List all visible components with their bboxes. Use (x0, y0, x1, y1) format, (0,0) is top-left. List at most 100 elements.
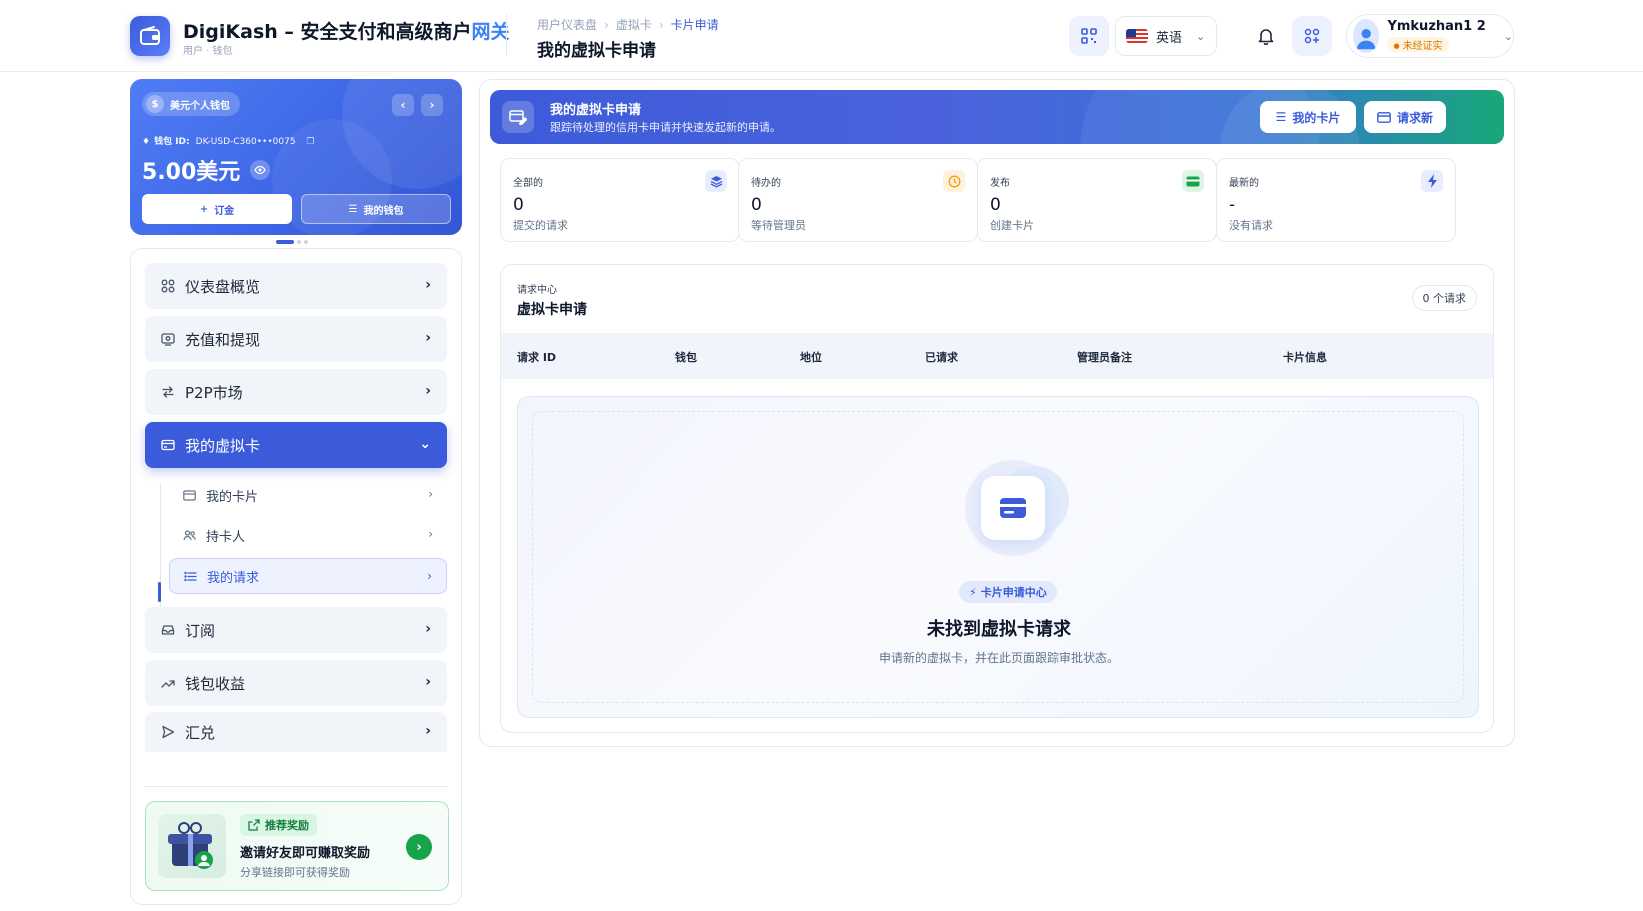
qr-code-button[interactable] (1069, 16, 1109, 56)
empty-state-chip: ⚡︎ 卡片申请中心 (959, 581, 1057, 603)
copy-icon[interactable]: ❐ (306, 137, 314, 147)
referral-subtitle: 分享链接即可获得奖励 (240, 866, 350, 879)
chevron-right-icon: › (429, 98, 435, 112)
language-select[interactable]: 英语 ⌄ (1115, 16, 1217, 56)
credit-card-icon (161, 439, 175, 451)
referral-go-button[interactable]: › (406, 834, 432, 860)
deposit-button[interactable]: + 订金 (142, 194, 292, 224)
sidebar-item-subscription[interactable]: 订阅 › (145, 607, 447, 653)
user-name: Ymkuzhan1 2 (1387, 19, 1486, 34)
wallet-logo-icon[interactable] (130, 16, 170, 56)
banner-title: 我的虚拟卡申请 (550, 103, 642, 118)
chevron-down-icon: ⌄ (1196, 29, 1206, 43)
bolt-icon (1421, 170, 1443, 192)
sidebar-item-dashboard[interactable]: 仪表盘概览 › (145, 263, 447, 309)
chevron-left-icon: ‹ (400, 98, 406, 112)
sidebar-item-deposit-withdraw[interactable]: 充值和提现 › (145, 316, 447, 362)
wallet-prev-button[interactable]: ‹ (392, 94, 414, 116)
sidebar-subitem-my-requests[interactable]: 我的请求 › (169, 558, 447, 594)
breadcrumb-virtual-card[interactable]: 虚拟卡 (616, 18, 652, 32)
stat-subtext: 没有请求 (1229, 219, 1273, 232)
chevron-down-icon: ⌄ (419, 436, 431, 452)
sidebar-item-wallet-earnings[interactable]: 钱包收益 › (145, 660, 447, 706)
column-header-wallet: 钱包 (675, 351, 697, 364)
chevron-right-icon: › (428, 527, 433, 541)
chevron-right-icon: › (425, 383, 431, 399)
wallet-id: ♦ 钱包 ID: DK-USD-C360•••0075 ❐ (142, 137, 315, 147)
stat-subtext: 创建卡片 (990, 219, 1034, 232)
eye-icon[interactable] (250, 160, 271, 180)
stat-label: 发布 (990, 178, 1010, 189)
page-banner: 我的虚拟卡申请 跟踪待处理的信用卡申请并快速发起新的申请。 ☰ 我的卡片 请求新 (490, 90, 1504, 144)
wallet-next-button[interactable]: › (421, 94, 443, 116)
card-icon (183, 489, 196, 501)
stat-value: 0 (513, 195, 524, 215)
trending-up-icon (161, 680, 175, 688)
card-icon (1182, 170, 1204, 192)
inbox-icon (161, 625, 175, 635)
diamond-icon: ♦ (142, 137, 151, 147)
chevron-right-icon: › (425, 674, 431, 690)
send-icon (162, 725, 175, 739)
header-divider (506, 14, 507, 56)
layers-icon (705, 170, 727, 192)
sidebar-item-exchange[interactable]: 汇兑 › (145, 712, 447, 752)
page-title: 我的虚拟卡申请 (537, 41, 656, 61)
referral-tag: 推荐奖励 (240, 814, 317, 836)
breadcrumb-dashboard[interactable]: 用户仪表盘 (537, 18, 597, 32)
sidebar-subitem-cardholders[interactable]: 持卡人 › (169, 517, 447, 553)
column-header-requested: 已请求 (925, 351, 958, 364)
wallet-icon (161, 333, 175, 346)
status-badge: 未经证实 (1387, 37, 1449, 52)
table-kicker: 请求中心 (517, 285, 557, 296)
chevron-right-icon: › (416, 839, 422, 855)
wallet-type-pill: $ 美元个人钱包 (142, 92, 240, 116)
stat-label: 最新的 (1229, 178, 1259, 189)
stat-card-issued: 发布 0 创建卡片 (977, 158, 1217, 242)
wallet-type-label: 美元个人钱包 (170, 100, 230, 112)
bolt-icon: ⚡︎ (969, 585, 977, 599)
column-header-status: 地位 (800, 351, 822, 364)
main-content: 我的虚拟卡申请 跟踪待处理的信用卡申请并快速发起新的申请。 ☰ 我的卡片 请求新 … (479, 79, 1515, 747)
card-icon (1377, 111, 1391, 123)
chevron-right-icon: › (425, 723, 431, 739)
users-icon (183, 529, 196, 540)
card-edit-icon (502, 101, 534, 133)
sidebar-item-virtual-card[interactable]: 我的虚拟卡 ⌄ (145, 422, 447, 468)
brand-subtitle: 用户 · 钱包 (183, 46, 233, 57)
requests-table-card: 请求中心 虚拟卡申请 0 个请求 请求 ID 钱包 地位 已请求 管理员备注 卡… (500, 264, 1494, 733)
dashboard-icon (161, 279, 175, 293)
list-icon (184, 571, 197, 581)
gift-illustration-icon (158, 814, 226, 878)
stat-subtext: 等待管理员 (751, 219, 806, 232)
wallet-carousel-dots[interactable] (276, 240, 308, 244)
empty-state-description: 申请新的虚拟卡，并在此页面跟踪审批状态。 (878, 651, 1119, 665)
stat-value: 0 (751, 195, 762, 215)
qr-icon (1081, 28, 1097, 44)
top-header: DigiKash – 安全支付和高级商户网关 用户 · 钱包 用户仪表盘 › 虚拟卡… (0, 0, 1643, 72)
wallet-balance: 5.00美元 (142, 154, 271, 186)
us-flag-icon (1126, 29, 1148, 43)
request-new-button[interactable]: 请求新 (1364, 101, 1446, 133)
swap-arrows-icon (162, 386, 174, 398)
breadcrumb-current: 卡片申请 (670, 18, 719, 32)
breadcrumb: 用户仪表盘 › 虚拟卡 › 卡片申请 (537, 18, 719, 32)
notifications-button[interactable] (1248, 16, 1284, 56)
user-menu-button[interactable]: Ymkuzhan1 2 未经证实 ⌄ (1346, 14, 1514, 58)
plus-icon: + (199, 203, 209, 215)
list-icon: ☰ (348, 203, 358, 215)
apps-grid-icon (1304, 28, 1320, 44)
chevron-right-icon: › (425, 621, 431, 637)
apps-button[interactable] (1292, 16, 1332, 56)
table-title: 虚拟卡申请 (517, 302, 587, 318)
column-header-admin-note: 管理员备注 (1077, 351, 1132, 364)
empty-state: ⚡︎ 卡片申请中心 未找到虚拟卡请求 申请新的虚拟卡，并在此页面跟踪审批状态。 (517, 396, 1479, 718)
sidebar-item-p2p[interactable]: P2P市场 › (145, 369, 447, 415)
my-cards-button[interactable]: ☰ 我的卡片 (1260, 101, 1356, 133)
referral-card[interactable]: 推荐奖励 邀请好友即可赚取奖励 分享链接即可获得奖励 › (145, 801, 449, 891)
chevron-right-icon: › (425, 277, 431, 293)
banner-subtitle: 跟踪待处理的信用卡申请并快速发起新的申请。 (550, 121, 781, 134)
my-wallet-button[interactable]: ☰ 我的钱包 (301, 194, 451, 224)
stat-value: - (1229, 195, 1236, 215)
sidebar-subitem-my-cards[interactable]: 我的卡片 › (169, 477, 447, 513)
